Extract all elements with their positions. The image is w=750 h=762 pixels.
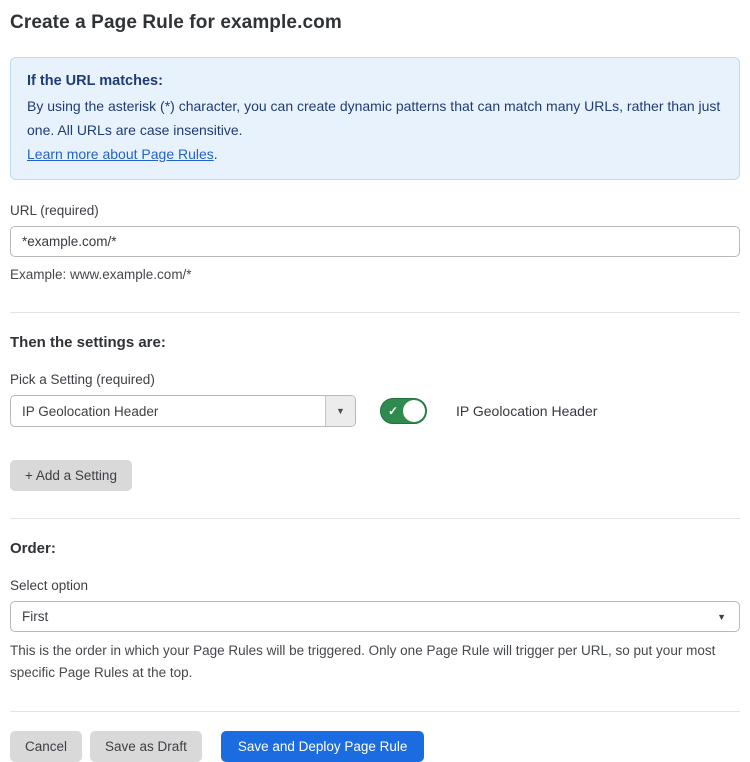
setting-select-value: IP Geolocation Header — [11, 396, 325, 426]
info-box-body: By using the asterisk (*) character, you… — [27, 94, 723, 142]
url-example-text: Example: www.example.com/* — [10, 265, 740, 285]
toggle-knob — [403, 400, 425, 422]
order-select-label: Select option — [10, 578, 740, 593]
toggle-label: IP Geolocation Header — [456, 403, 597, 419]
setting-row: IP Geolocation Header ▼ ✓ IP Geolocation… — [10, 395, 740, 427]
geolocation-toggle[interactable]: ✓ — [380, 398, 427, 424]
url-matches-info-box: If the URL matches: By using the asteris… — [10, 57, 740, 180]
cancel-button[interactable]: Cancel — [10, 731, 82, 762]
divider — [10, 711, 740, 712]
form-actions: Cancel Save as Draft Save and Deploy Pag… — [10, 731, 740, 762]
setting-select[interactable]: IP Geolocation Header ▼ — [10, 395, 356, 427]
divider — [10, 518, 740, 519]
check-icon: ✓ — [388, 405, 398, 417]
order-description: This is the order in which your Page Rul… — [10, 640, 740, 684]
order-select-value: First — [22, 609, 48, 624]
save-draft-button[interactable]: Save as Draft — [90, 731, 202, 762]
add-setting-button[interactable]: + Add a Setting — [10, 460, 132, 491]
page-rule-form: Create a Page Rule for example.com If th… — [0, 0, 750, 762]
pick-setting-label: Pick a Setting (required) — [10, 372, 740, 387]
url-input[interactable] — [10, 226, 740, 257]
info-box-heading: If the URL matches: — [27, 69, 723, 93]
divider — [10, 312, 740, 313]
settings-section-heading: Then the settings are: — [10, 334, 740, 351]
link-suffix: . — [214, 146, 218, 162]
save-deploy-button[interactable]: Save and Deploy Page Rule — [221, 731, 425, 762]
page-title: Create a Page Rule for example.com — [10, 12, 740, 34]
chevron-down-icon: ▼ — [336, 406, 345, 416]
order-section-heading: Order: — [10, 540, 740, 557]
url-field-label: URL (required) — [10, 203, 740, 218]
setting-select-arrow-button[interactable]: ▼ — [325, 396, 355, 426]
learn-more-link[interactable]: Learn more about Page Rules — [27, 146, 214, 162]
chevron-down-icon: ▼ — [717, 612, 726, 622]
order-select[interactable]: First ▼ — [10, 601, 740, 632]
info-box-link-line: Learn more about Page Rules. — [27, 142, 723, 166]
